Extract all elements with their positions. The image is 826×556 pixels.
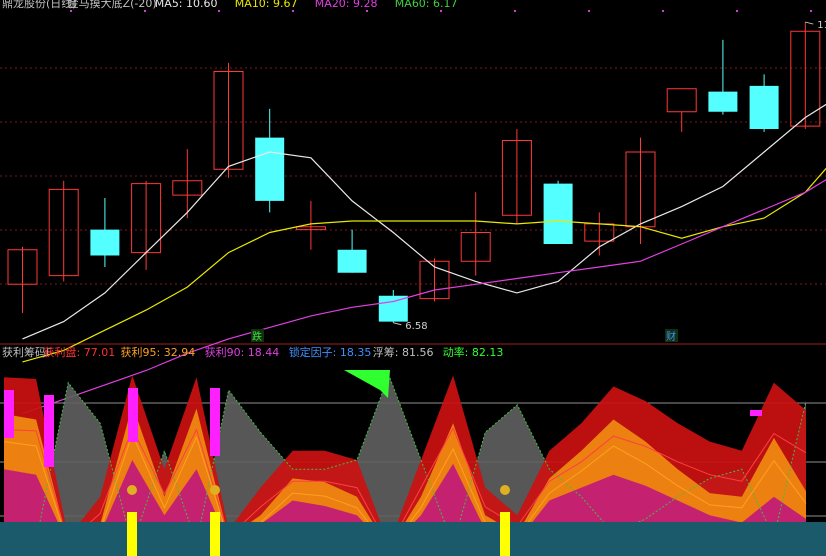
event-mark: 财 xyxy=(666,330,676,343)
yellow-signal-bar-0 xyxy=(127,512,137,556)
main-legend-item-1: 金马摸大底Z(-20) xyxy=(68,0,157,10)
ma-line-ma20 xyxy=(22,179,826,415)
yellow-signal-bar-2 xyxy=(500,512,510,556)
coin-marker-2 xyxy=(500,485,510,495)
coin-marker-1 xyxy=(210,485,220,495)
signal-bar-4 xyxy=(750,410,762,416)
event-mark: 跌 xyxy=(252,330,262,343)
candle-body xyxy=(543,183,573,244)
sub-legend-item-1: 获利盘: 77.01 xyxy=(44,345,116,359)
top-dot xyxy=(662,10,664,12)
top-dot xyxy=(218,10,220,12)
top-dot xyxy=(292,10,294,12)
sub-legend-item-5: 浮筹: 81.56 xyxy=(373,345,434,359)
sub-legend-item-4: 锁定因子: 18.35 xyxy=(289,345,372,359)
top-dot xyxy=(70,10,72,12)
candle-body xyxy=(666,88,697,113)
stock-chart-svg[interactable]: 11.81 6.58 跌 财 鼎龙股份(日线)金马摸大底Z(-20)MA5: 10.60… xyxy=(0,0,826,556)
low-pointer xyxy=(393,322,402,326)
high-pointer xyxy=(805,21,814,25)
bottom-band xyxy=(0,522,826,556)
signal-bar-3 xyxy=(210,388,220,456)
candle-body xyxy=(90,229,120,256)
candle-body xyxy=(708,91,738,112)
main-legend-item-5: MA60: 6.17 xyxy=(395,0,458,10)
top-dot xyxy=(366,10,368,12)
low-price-label: 6.58 xyxy=(405,321,427,332)
top-dot xyxy=(810,10,812,12)
main-legend-item-0: 鼎龙股份(日线) xyxy=(2,0,77,10)
main-legend-item-4: MA20: 9.28 xyxy=(315,0,378,10)
high-price-label: 11.81 xyxy=(817,20,826,31)
sub-legend-item-6: 动率: 82.13 xyxy=(443,345,504,359)
signal-bar-1 xyxy=(44,395,54,467)
candle-body xyxy=(255,137,285,201)
top-dot xyxy=(144,10,146,12)
top-dot xyxy=(514,10,516,12)
ma-line-ma5 xyxy=(22,103,826,340)
signal-bar-0 xyxy=(4,390,14,438)
main-legend-item-2: MA5: 10.60 xyxy=(155,0,218,10)
candle-body xyxy=(337,249,367,273)
main-legend-item-3: MA10: 9.67 xyxy=(235,0,298,10)
candle-body xyxy=(749,85,779,129)
chart-texts: 11.81 6.58 跌 财 鼎龙股份(日线)金马摸大底Z(-20)MA5: 10.60… xyxy=(2,0,826,359)
indicator-chart-marks xyxy=(0,370,826,556)
sub-legend-item-2: 获利95: 32.94 xyxy=(121,346,196,359)
sub-legend-item-3: 获利90: 18.44 xyxy=(205,346,280,359)
top-dot xyxy=(736,10,738,12)
candle-body xyxy=(378,295,408,322)
chart-window: 11.81 6.58 跌 财 鼎龙股份(日线)金马摸大底Z(-20)MA5: 10.60… xyxy=(0,0,826,556)
yellow-signal-bar-1 xyxy=(210,512,220,556)
top-dot xyxy=(440,10,442,12)
signal-bar-2 xyxy=(128,388,138,442)
top-dot xyxy=(588,10,590,12)
coin-marker-0 xyxy=(127,485,137,495)
